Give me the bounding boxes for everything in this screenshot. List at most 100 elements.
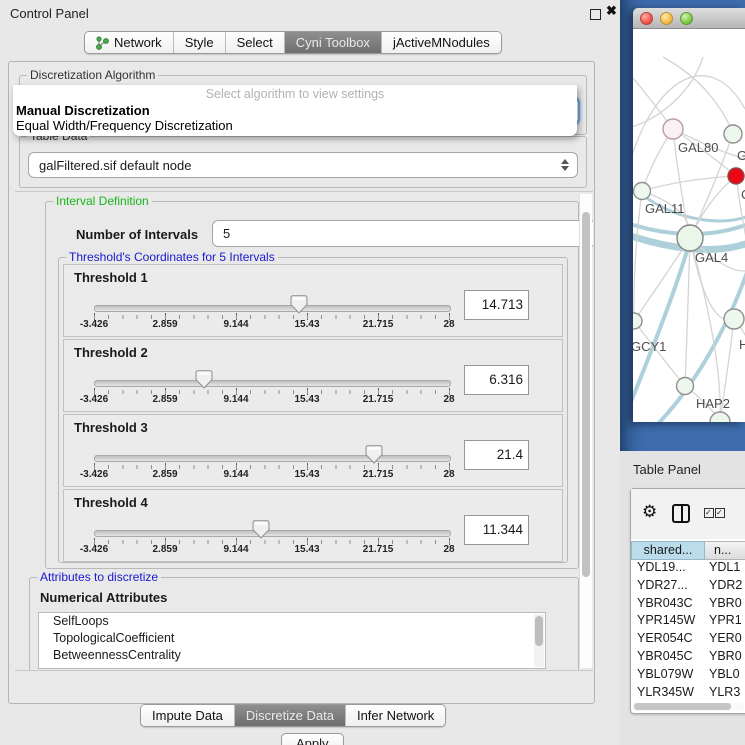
network-node-gcy1[interactable] — [633, 313, 642, 329]
network-node-gal80[interactable] — [663, 119, 683, 139]
network-window-titlebar[interactable] — [633, 8, 745, 29]
node-label: C — [741, 187, 745, 202]
cell-shared-name[interactable]: YER054C — [631, 631, 703, 649]
cell-name[interactable]: YBL0 — [703, 667, 745, 685]
bottom-tab-discretize-data[interactable]: Discretize Data — [234, 705, 345, 726]
cell-name[interactable]: YDR2 — [703, 578, 745, 596]
network-node-gal11[interactable] — [634, 183, 651, 200]
tick-label: -3.426 — [80, 319, 108, 330]
tick-label: -3.426 — [80, 394, 108, 405]
network-node-c[interactable] — [728, 168, 744, 184]
list-vertical-scrollbar[interactable] — [534, 614, 544, 667]
numerical-attributes-list[interactable]: SelfLoopsTopologicalCoefficientBetweenne… — [38, 612, 546, 669]
node-label: GAL4 — [695, 250, 728, 265]
cell-name[interactable]: YER0 — [703, 631, 745, 649]
tick-label: 28 — [443, 319, 454, 330]
control-panel-tabbar: NetworkStyleSelectCyni ToolboxjActiveMNo… — [84, 31, 502, 54]
tab-network[interactable]: Network — [85, 32, 173, 53]
column-header-name[interactable]: n... — [705, 541, 745, 560]
cell-name[interactable]: YBR0 — [703, 596, 745, 614]
table-row[interactable]: YER054CYER0 — [631, 631, 745, 649]
table-row[interactable]: YBR043CYBR0 — [631, 596, 745, 614]
cell-shared-name[interactable]: YDL19... — [631, 560, 703, 578]
attribute-item-selfloops[interactable]: SelfLoops — [39, 613, 545, 630]
cell-name[interactable]: YBR0 — [703, 649, 745, 667]
table-row[interactable]: YBL079WYBL0 — [631, 667, 745, 685]
tab-cyni-toolbox[interactable]: Cyni Toolbox — [284, 32, 381, 53]
threshold-4-slider-track[interactable] — [94, 530, 451, 537]
float-window-icon[interactable] — [590, 9, 601, 20]
network-node-gal[interactable] — [724, 125, 742, 143]
threshold-3-value-field[interactable]: 21.4 — [464, 440, 529, 470]
network-canvas[interactable]: GAL80GALCGAL11GAL4GCY1HHAP2 — [633, 29, 745, 422]
combo-arrows-icon — [557, 159, 573, 171]
cell-name[interactable]: YPR1 — [703, 613, 745, 631]
node-table-sheet: ⚙ ✓ ✓ shared... n... YDL19...YDL1YDR27..… — [630, 488, 745, 714]
settings-vertical-scrollbar[interactable] — [579, 194, 592, 668]
checkbox-icon[interactable]: ✓ — [704, 508, 714, 518]
tab-select[interactable]: Select — [225, 32, 284, 53]
algorithm-dropdown-popup: Select algorithm to view settings Manual… — [13, 85, 577, 136]
table-row[interactable]: YLR345WYLR3 — [631, 685, 745, 702]
tick-label: 9.144 — [223, 469, 248, 480]
threshold-label: Threshold 2 — [74, 345, 148, 360]
network-node-gal4[interactable] — [677, 225, 703, 251]
threshold-1-slider-track[interactable] — [94, 305, 451, 312]
threshold-3-slider-track[interactable] — [94, 455, 451, 462]
settings-scroll-area: Interval Definition Number of Intervals … — [15, 191, 593, 671]
dropdown-item-equal-width-frequency[interactable]: Equal Width/Frequency Discretization — [16, 118, 233, 133]
column-manager-icon[interactable] — [672, 504, 690, 523]
network-graph: GAL80GALCGAL11GAL4GCY1HHAP2 — [633, 29, 745, 422]
column-header-shared-name[interactable]: shared... — [631, 541, 705, 560]
table-row[interactable]: YBR045CYBR0 — [631, 649, 745, 667]
threshold-2-slider-thumb[interactable] — [195, 370, 213, 389]
slider-minor-ticks — [94, 540, 451, 544]
checkbox-icon[interactable]: ✓ — [715, 508, 725, 518]
close-icon[interactable]: ✖ — [606, 3, 617, 19]
table-horizontal-scrollbar[interactable] — [633, 703, 744, 711]
threshold-1-value-field[interactable]: 14.713 — [464, 290, 529, 320]
dropdown-item-manual-discretization[interactable]: Manual Discretization — [16, 103, 150, 118]
gear-icon[interactable]: ⚙ — [642, 502, 657, 522]
tab-style[interactable]: Style — [173, 32, 225, 53]
cell-name[interactable]: YLR3 — [703, 685, 745, 702]
attribute-item-topologicalcoefficient[interactable]: TopologicalCoefficient — [39, 630, 545, 647]
network-node[interactable] — [710, 412, 730, 422]
tick-label: -3.426 — [80, 469, 108, 480]
dropdown-placeholder-item[interactable]: Select algorithm to view settings — [13, 87, 577, 101]
threshold-2-value-field[interactable]: 6.316 — [464, 365, 529, 395]
control-panel-title: Control Panel — [10, 6, 89, 21]
threshold-4-value-field[interactable]: 11.344 — [464, 515, 529, 545]
bottom-tab-impute-data[interactable]: Impute Data — [141, 705, 234, 726]
threshold-1-slider-thumb[interactable] — [290, 295, 308, 314]
cell-shared-name[interactable]: YDR27... — [631, 578, 703, 596]
cell-shared-name[interactable]: YBR043C — [631, 596, 703, 614]
network-node-hap2[interactable] — [677, 378, 694, 395]
zoom-traffic-light-icon[interactable] — [680, 12, 693, 25]
table-row[interactable]: YPR145WYPR1 — [631, 613, 745, 631]
table-data-combobox[interactable]: galFiltered.sif default node — [28, 152, 578, 178]
apply-button[interactable]: Apply — [281, 733, 344, 745]
cell-shared-name[interactable]: YLR345W — [631, 685, 703, 702]
tick-label: 2.859 — [152, 544, 177, 555]
close-traffic-light-icon[interactable] — [640, 12, 653, 25]
table-row[interactable]: YDL19...YDL1 — [631, 560, 745, 578]
number-of-intervals-combobox[interactable]: 5 — [212, 220, 593, 247]
network-node-h[interactable] — [724, 309, 744, 329]
threshold-2-slider-track[interactable] — [94, 380, 451, 387]
bottom-tab-infer-network[interactable]: Infer Network — [345, 705, 445, 726]
table-rows: YDL19...YDL1YDR27...YDR2YBR043CYBR0YPR14… — [631, 560, 745, 702]
tab-jactivemnodules[interactable]: jActiveMNodules — [381, 32, 501, 53]
table-row[interactable]: YDR27...YDR2 — [631, 578, 745, 596]
slider-minor-ticks — [94, 465, 451, 469]
minimize-traffic-light-icon[interactable] — [660, 12, 673, 25]
tick-label: 28 — [443, 394, 454, 405]
threshold-3-slider-thumb[interactable] — [365, 445, 383, 464]
cell-shared-name[interactable]: YBR045C — [631, 649, 703, 667]
attribute-item-betweennesscentrality[interactable]: BetweennessCentrality — [39, 647, 545, 664]
cell-name[interactable]: YDL1 — [703, 560, 745, 578]
table-data-combobox-value: galFiltered.sif default node — [29, 158, 557, 173]
cell-shared-name[interactable]: YPR145W — [631, 613, 703, 631]
cell-shared-name[interactable]: YBL079W — [631, 667, 703, 685]
threshold-4-slider-thumb[interactable] — [252, 520, 270, 539]
